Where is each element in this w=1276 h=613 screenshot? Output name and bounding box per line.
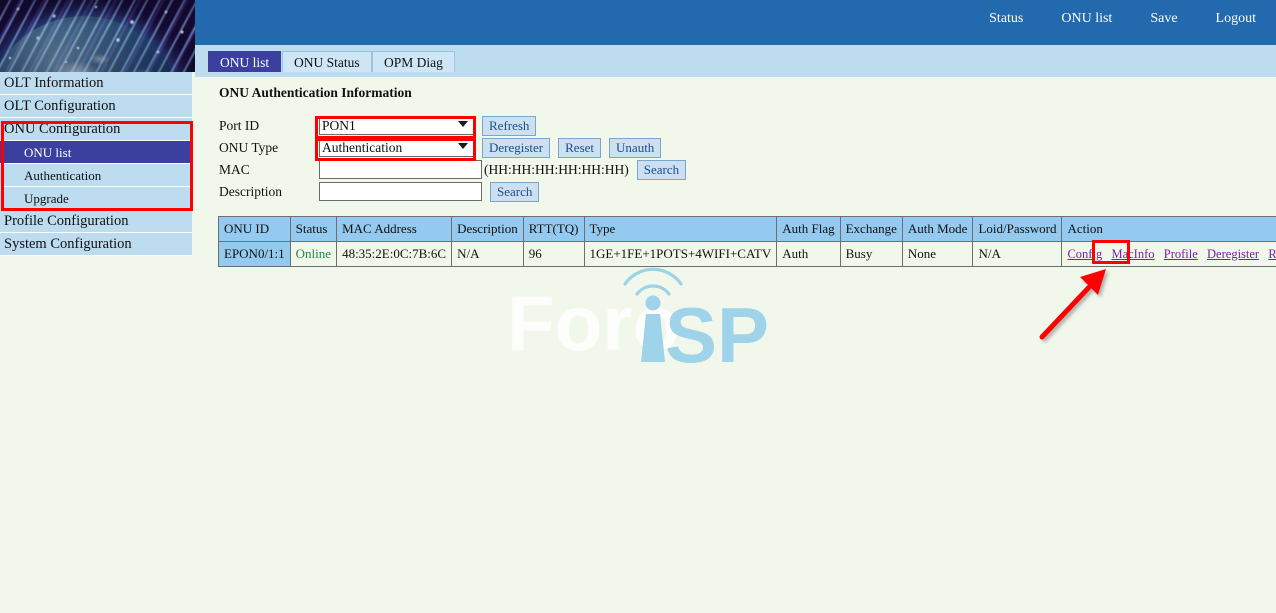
action-macinfo-link[interactable]: MacInfo [1111, 247, 1154, 261]
sidebar-item-olt-information[interactable]: OLT Information [0, 72, 192, 95]
sidebar-item-label: ONU list [24, 145, 71, 160]
sidebar-item-upgrade[interactable]: Upgrade [0, 187, 192, 210]
col-header-loid-password: Loid/Password [973, 217, 1062, 242]
col-header-onu-id: ONU ID [219, 217, 291, 242]
action-reset-link[interactable]: Reset [1268, 247, 1276, 261]
cell-description: N/A [452, 242, 524, 267]
refresh-button[interactable]: Refresh [482, 116, 536, 136]
onu-type-select-wrap: Authentication [319, 138, 474, 157]
cell-loid-password: N/A [973, 242, 1062, 267]
cell-mac-address: 48:35:2E:0C:7B:6C [337, 242, 452, 267]
sidebar-item-label: Upgrade [24, 191, 69, 206]
table-body: EPON0/1:1 Online 48:35:2E:0C:7B:6C N/A 9… [219, 242, 1276, 267]
col-header-action: Action [1062, 217, 1276, 242]
main-content: Foro SP ONU Authentication Information P… [195, 77, 1276, 613]
deregister-button[interactable]: Deregister [482, 138, 550, 158]
onu-type-label: ONU Type [219, 140, 319, 156]
filter-form: Port ID PON1 Refresh ONU Type Authentica… [219, 115, 686, 202]
nav-onu-list-link[interactable]: ONU list [1051, 11, 1122, 27]
nav-logout-link[interactable]: Logout [1206, 11, 1266, 27]
status-badge: Online [290, 242, 336, 267]
form-row-onu-type: ONU Type Authentication Deregister Reset… [219, 137, 686, 158]
table-header-row: ONU ID Status MAC Address Description RT… [219, 217, 1276, 242]
table-head: ONU ID Status MAC Address Description RT… [219, 217, 1276, 242]
tab-bar: ONU list ONU Status OPM Diag [195, 45, 1276, 77]
banner-vignette [0, 0, 195, 72]
cell-actions: Config MacInfo Profile Deregister Reset … [1062, 242, 1276, 267]
port-id-select[interactable]: PON1 [319, 116, 474, 135]
cell-rtt-tq: 96 [523, 242, 584, 267]
tab-opm-diag[interactable]: OPM Diag [372, 51, 455, 72]
svg-text:SP: SP [665, 291, 769, 367]
sidebar-item-label: OLT Information [4, 75, 103, 91]
sidebar-item-label: System Configuration [4, 236, 132, 252]
sidebar-item-label: OLT Configuration [4, 98, 116, 114]
tab-onu-status[interactable]: ONU Status [282, 51, 372, 72]
mac-format-hint: (HH:HH:HH:HH:HH:HH) [484, 162, 629, 178]
brand-banner-image [0, 0, 195, 72]
nav-status-link[interactable]: Status [979, 11, 1033, 27]
mac-input[interactable] [319, 160, 482, 179]
page-title: ONU Authentication Information [219, 85, 412, 101]
form-row-description: Description Search [219, 181, 686, 202]
sidebar-item-system-configuration[interactable]: System Configuration [0, 233, 192, 256]
port-id-select-wrap: PON1 [319, 116, 474, 135]
sidebar-item-olt-configuration[interactable]: OLT Configuration [0, 95, 192, 118]
port-id-label: Port ID [219, 118, 319, 134]
form-row-mac: MAC (HH:HH:HH:HH:HH:HH) Search [219, 159, 686, 180]
top-navigation: Status ONU list Save Logout [961, 11, 1266, 27]
left-sidebar: OLT Information OLT Configuration ONU Co… [0, 0, 195, 613]
sidebar-item-label: Profile Configuration [4, 213, 128, 229]
col-header-auth-flag: Auth Flag [777, 217, 840, 242]
col-header-type: Type [584, 217, 777, 242]
sidebar-item-authentication[interactable]: Authentication [0, 164, 192, 187]
col-header-exchange: Exchange [840, 217, 902, 242]
sidebar-item-onu-configuration[interactable]: ONU Configuration [0, 118, 192, 141]
form-row-port-id: Port ID PON1 Refresh [219, 115, 686, 136]
col-header-auth-mode: Auth Mode [902, 217, 973, 242]
onu-list-table: ONU ID Status MAC Address Description RT… [218, 216, 1276, 267]
cell-auth-flag: Auth [777, 242, 840, 267]
sidebar-menu: OLT Information OLT Configuration ONU Co… [0, 72, 192, 256]
tab-onu-list[interactable]: ONU list [208, 51, 281, 72]
top-header-bar: Status ONU list Save Logout [195, 0, 1276, 45]
onu-type-select[interactable]: Authentication [319, 138, 474, 157]
sidebar-item-profile-configuration[interactable]: Profile Configuration [0, 210, 192, 233]
col-header-status: Status [290, 217, 336, 242]
col-header-description: Description [452, 217, 524, 242]
cell-auth-mode: None [902, 242, 973, 267]
foroisp-watermark: Foro SP [505, 262, 805, 367]
mac-label: MAC [219, 162, 319, 178]
reset-button[interactable]: Reset [558, 138, 601, 158]
col-header-rtt-tq: RTT(TQ) [523, 217, 584, 242]
action-config-link[interactable]: Config [1067, 247, 1102, 261]
mac-search-button[interactable]: Search [637, 160, 686, 180]
action-profile-link[interactable]: Profile [1164, 247, 1198, 261]
description-input[interactable] [319, 182, 482, 201]
action-deregister-link[interactable]: Deregister [1207, 247, 1259, 261]
sidebar-item-label: ONU Configuration [4, 121, 120, 137]
cell-exchange: Busy [840, 242, 902, 267]
unauth-button[interactable]: Unauth [609, 138, 661, 158]
page-root: OLT Information OLT Configuration ONU Co… [0, 0, 1276, 613]
sidebar-item-onu-list[interactable]: ONU list [0, 141, 192, 164]
cell-onu-id: EPON0/1:1 [219, 242, 291, 267]
sidebar-item-label: Authentication [24, 168, 101, 183]
table-row: EPON0/1:1 Online 48:35:2E:0C:7B:6C N/A 9… [219, 242, 1276, 267]
description-search-button[interactable]: Search [490, 182, 539, 202]
nav-save-link[interactable]: Save [1140, 11, 1187, 27]
col-header-mac-address: MAC Address [337, 217, 452, 242]
description-label: Description [219, 184, 319, 200]
cell-type: 1GE+1FE+1POTS+4WIFI+CATV [584, 242, 777, 267]
svg-text:Foro: Foro [507, 279, 680, 367]
